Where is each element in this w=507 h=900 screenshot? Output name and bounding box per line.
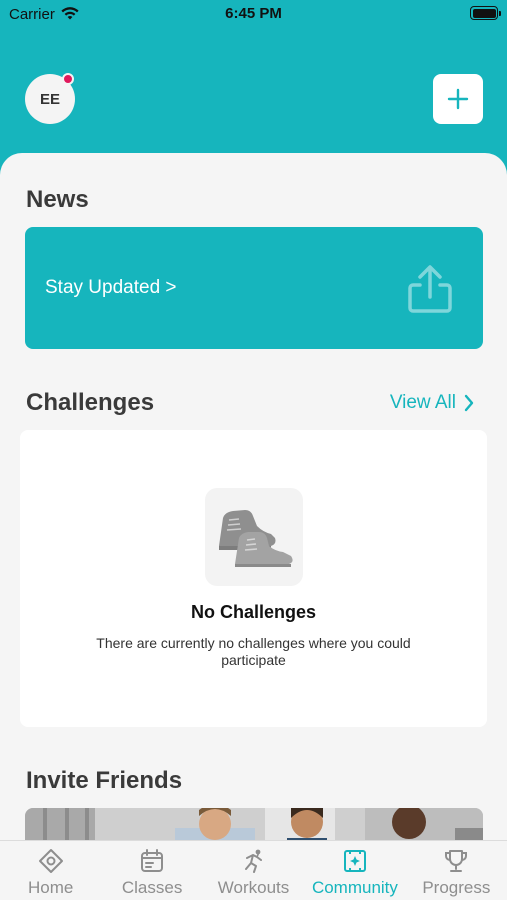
- tab-classes[interactable]: Classes: [101, 841, 202, 900]
- challenges-heading: Challenges: [26, 389, 155, 416]
- news-card[interactable]: Stay Updated >: [25, 227, 483, 349]
- invite-friends-heading: Invite Friends: [26, 767, 183, 794]
- calendar-icon: [141, 849, 164, 872]
- add-button[interactable]: [433, 74, 483, 124]
- status-bar: Carrier 6:45 PM: [0, 0, 507, 30]
- status-time: 6:45 PM: [225, 5, 282, 22]
- empty-state-title: No Challenges: [190, 602, 317, 622]
- empty-state-description: There are currently no challenges where …: [96, 635, 411, 668]
- view-all-link[interactable]: View All: [390, 392, 474, 414]
- news-heading: News: [26, 186, 89, 213]
- tab-progress[interactable]: Progress: [406, 841, 507, 900]
- battery-icon: [470, 6, 501, 20]
- plus-icon: [447, 88, 469, 110]
- tab-community-label: Community: [311, 878, 398, 897]
- trophy-icon: [445, 850, 468, 872]
- view-all-label: View All: [389, 392, 456, 413]
- tab-classes-label: Classes: [121, 878, 183, 897]
- challenges-empty-card: No Challenges There are currently no cha…: [20, 430, 487, 727]
- tab-bar: Home Classes Workouts Community Progress: [0, 840, 507, 900]
- community-icon: [343, 850, 366, 872]
- tab-home-label: Home: [28, 878, 74, 897]
- share-icon: [408, 265, 452, 313]
- tab-home[interactable]: Home: [0, 841, 101, 900]
- home-icon: [38, 849, 63, 873]
- running-icon: [244, 849, 262, 873]
- content-sheet: News Stay Updated > Challenges View All: [0, 153, 507, 853]
- tab-workouts[interactable]: Workouts: [203, 841, 304, 900]
- sneakers-icon: [205, 488, 303, 586]
- tab-workouts-label: Workouts: [217, 878, 290, 897]
- chevron-right-icon: [464, 394, 474, 412]
- avatar-initials: EE: [39, 90, 60, 108]
- tab-progress-label: Progress: [422, 878, 491, 897]
- app-screen: Carrier 6:45 PM EE News Stay Updated > C…: [0, 0, 507, 900]
- notification-dot: [62, 73, 74, 85]
- tab-community[interactable]: Community: [304, 841, 405, 900]
- news-card-label: Stay Updated >: [45, 277, 177, 298]
